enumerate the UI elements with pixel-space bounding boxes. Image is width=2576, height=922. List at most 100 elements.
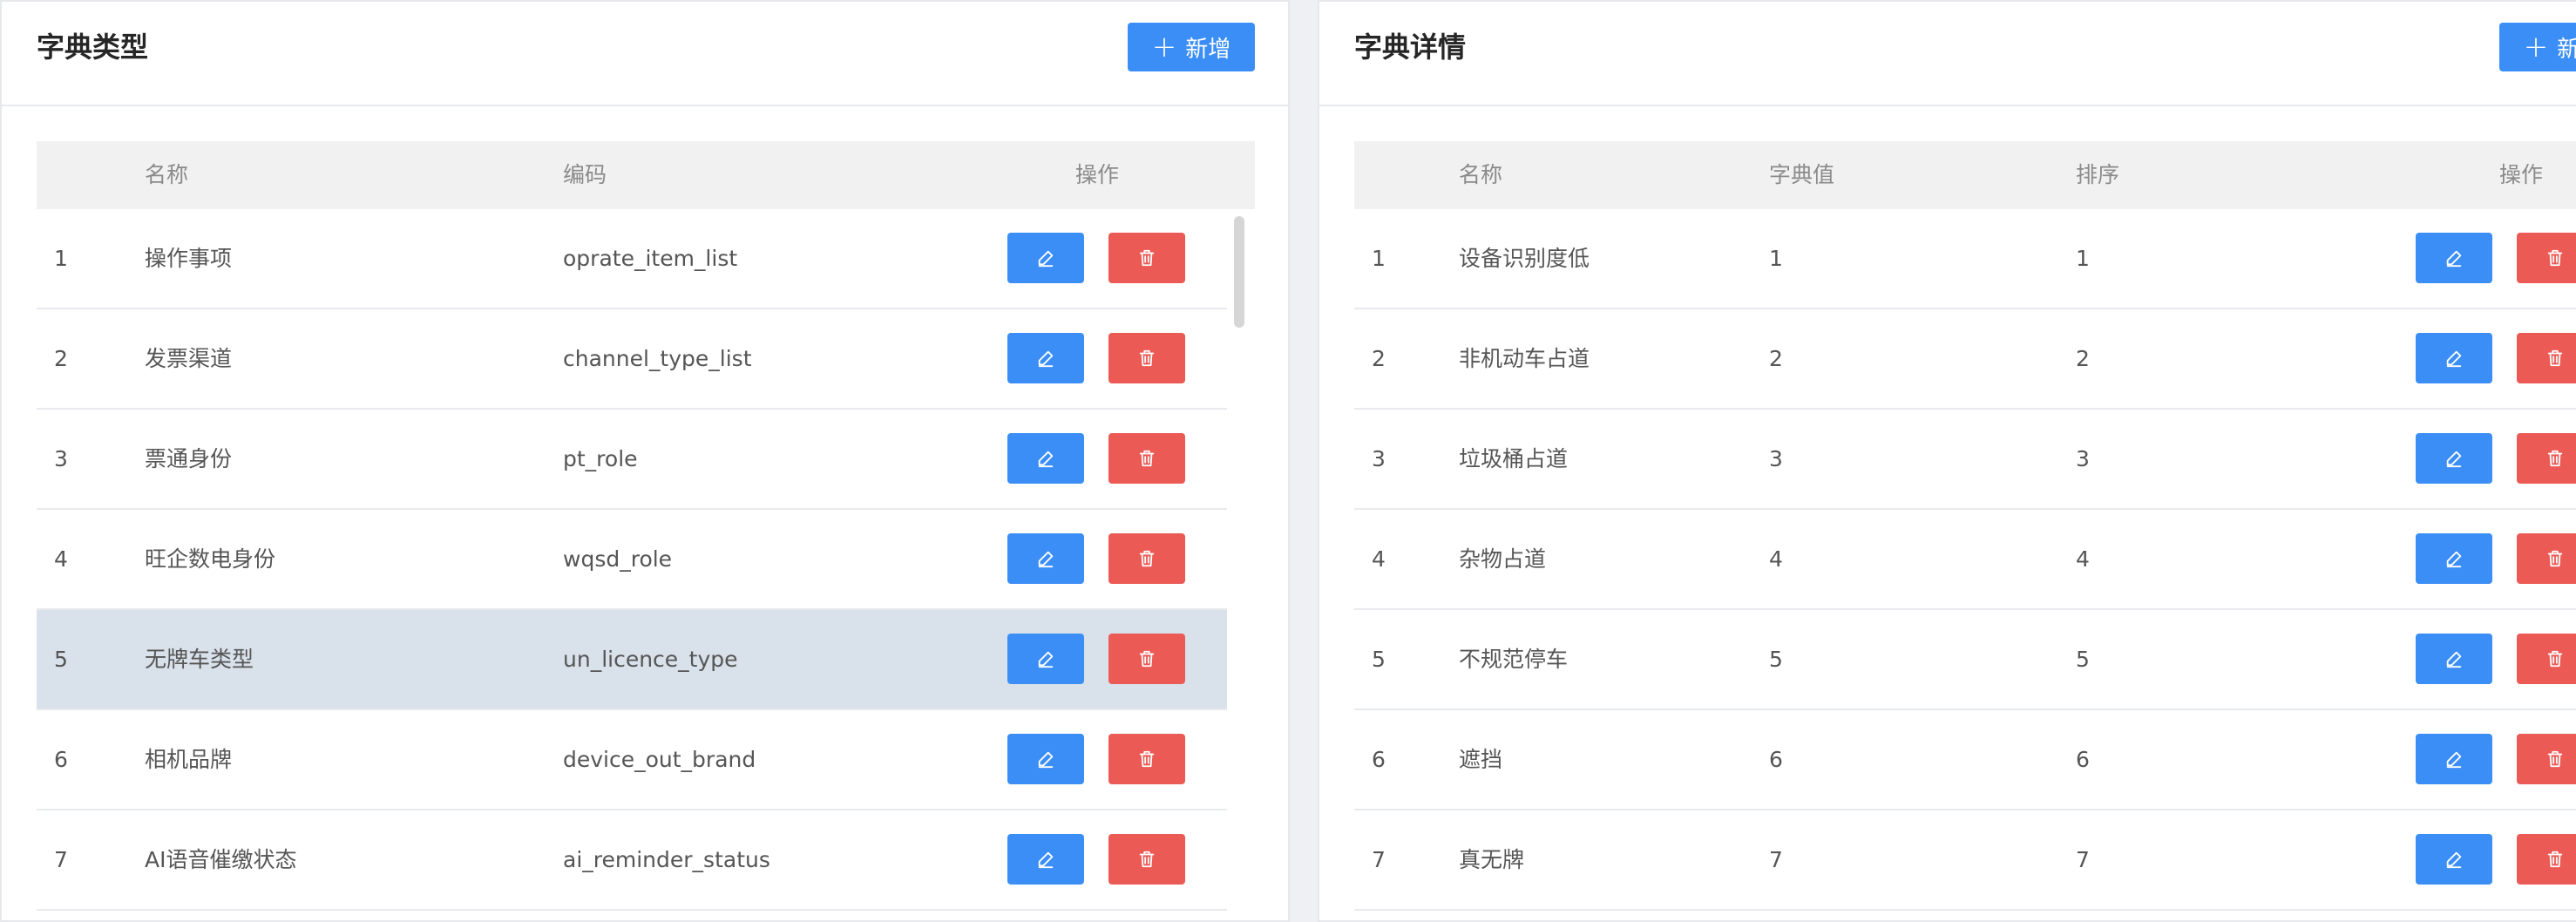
trash-icon bbox=[2545, 449, 2565, 468]
edit-button[interactable] bbox=[1007, 734, 1084, 784]
panel-header: 字典详情 + 新增 bbox=[1319, 2, 2576, 106]
pencil-icon bbox=[1036, 349, 1055, 368]
edit-button[interactable] bbox=[1007, 634, 1084, 684]
add-dict-detail-button[interactable]: + 新增 bbox=[2499, 23, 2576, 71]
table-row[interactable]: 7 真无牌 7 7 bbox=[1354, 810, 2576, 911]
row-index: 3 bbox=[1372, 446, 1386, 471]
edit-button[interactable] bbox=[1007, 533, 1084, 584]
table-scrollbar[interactable] bbox=[1234, 216, 1244, 328]
column-header-actions: 操作 bbox=[1075, 162, 1120, 187]
edit-button[interactable] bbox=[1007, 333, 1084, 383]
pencil-icon bbox=[1036, 850, 1055, 869]
delete-button[interactable] bbox=[1108, 734, 1185, 784]
page-title: 字典详情 bbox=[1354, 31, 1467, 64]
dict-type-table-body: 1 操作事项 oprate_item_list 2 发票渠道 channel_type_l… bbox=[37, 209, 1227, 911]
delete-button[interactable] bbox=[2517, 533, 2576, 584]
row-name: 操作事项 bbox=[145, 246, 233, 271]
dict-detail-table-body: 1 设备识别度低 1 1 2 非机动车占道 2 2 3 垃圾桶占道 3 3 4 杂物占道 4 4 5 不规范停车 5… bbox=[1354, 209, 2576, 911]
row-index: 5 bbox=[54, 647, 68, 672]
delete-button[interactable] bbox=[2517, 634, 2576, 684]
table-row[interactable]: 6 相机品牌 device_out_brand bbox=[37, 710, 1227, 810]
row-index: 1 bbox=[1372, 246, 1386, 271]
table-row[interactable]: 2 发票渠道 channel_type_list bbox=[37, 309, 1227, 410]
row-name: 垃圾桶占道 bbox=[1459, 446, 1569, 471]
row-name: 不规范停车 bbox=[1459, 647, 1569, 672]
row-index: 5 bbox=[1372, 647, 1386, 672]
trash-icon bbox=[2545, 649, 2565, 668]
trash-icon bbox=[1137, 850, 1156, 869]
table-row[interactable]: 3 垃圾桶占道 3 3 bbox=[1354, 410, 2576, 510]
row-value: 7 bbox=[1769, 847, 1783, 872]
table-row[interactable]: 4 旺企数电身份 wqsd_role bbox=[37, 510, 1227, 610]
row-value: 6 bbox=[1769, 747, 1783, 772]
edit-button[interactable] bbox=[2416, 834, 2492, 885]
edit-button[interactable] bbox=[1007, 233, 1084, 283]
pencil-icon bbox=[2444, 850, 2464, 869]
row-name: 相机品牌 bbox=[145, 747, 233, 772]
edit-button[interactable] bbox=[2416, 634, 2492, 684]
row-index: 1 bbox=[54, 246, 68, 271]
row-value: 3 bbox=[1769, 446, 1783, 471]
row-name: 发票渠道 bbox=[145, 346, 233, 371]
delete-button[interactable] bbox=[1108, 333, 1185, 383]
table-row[interactable]: 6 遮挡 6 6 bbox=[1354, 710, 2576, 810]
pencil-icon bbox=[2444, 449, 2464, 468]
delete-button[interactable] bbox=[1108, 233, 1185, 283]
edit-button[interactable] bbox=[2416, 433, 2492, 484]
edit-button[interactable] bbox=[2416, 333, 2492, 383]
trash-icon bbox=[1137, 349, 1156, 368]
table-row[interactable]: 5 无牌车类型 un_licence_type bbox=[37, 610, 1227, 710]
table-row[interactable]: 4 杂物占道 4 4 bbox=[1354, 510, 2576, 610]
trash-icon bbox=[2545, 549, 2565, 568]
plus-icon: + bbox=[2523, 30, 2549, 64]
column-header-code: 编码 bbox=[563, 162, 607, 187]
pencil-icon bbox=[2444, 749, 2464, 769]
row-index: 7 bbox=[1372, 847, 1386, 872]
row-index: 2 bbox=[1372, 346, 1386, 371]
row-sort: 2 bbox=[2076, 346, 2090, 371]
edit-button[interactable] bbox=[2416, 233, 2492, 283]
column-header-value: 字典值 bbox=[1769, 162, 1835, 187]
add-dict-type-button[interactable]: + 新增 bbox=[1128, 23, 1255, 71]
row-sort: 7 bbox=[2076, 847, 2090, 872]
table-row[interactable]: 5 不规范停车 5 5 bbox=[1354, 610, 2576, 710]
delete-button[interactable] bbox=[1108, 533, 1185, 584]
row-name: 非机动车占道 bbox=[1459, 346, 1590, 371]
pencil-icon bbox=[1036, 649, 1055, 668]
row-code: ai_reminder_status bbox=[563, 847, 770, 872]
delete-button[interactable] bbox=[1108, 634, 1185, 684]
delete-button[interactable] bbox=[2517, 333, 2576, 383]
delete-button[interactable] bbox=[1108, 433, 1185, 484]
table-row[interactable]: 2 非机动车占道 2 2 bbox=[1354, 309, 2576, 410]
trash-icon bbox=[1137, 649, 1156, 668]
delete-button[interactable] bbox=[2517, 734, 2576, 784]
trash-icon bbox=[2545, 349, 2565, 368]
row-value: 2 bbox=[1769, 346, 1783, 371]
page-title: 字典类型 bbox=[37, 31, 149, 64]
row-name: 设备识别度低 bbox=[1459, 246, 1590, 271]
edit-button[interactable] bbox=[2416, 533, 2492, 584]
row-name: 旺企数电身份 bbox=[145, 546, 276, 572]
table-row[interactable]: 1 操作事项 oprate_item_list bbox=[37, 209, 1227, 309]
delete-button[interactable] bbox=[2517, 433, 2576, 484]
edit-button[interactable] bbox=[1007, 834, 1084, 885]
row-index: 4 bbox=[1372, 546, 1386, 572]
row-sort: 4 bbox=[2076, 546, 2090, 572]
table-row[interactable]: 1 设备识别度低 1 1 bbox=[1354, 209, 2576, 309]
delete-button[interactable] bbox=[2517, 834, 2576, 885]
row-code: pt_role bbox=[563, 446, 638, 471]
edit-button[interactable] bbox=[1007, 433, 1084, 484]
delete-button[interactable] bbox=[2517, 233, 2576, 283]
row-index: 2 bbox=[54, 346, 68, 371]
dict-type-panel: 字典类型 + 新增 名称 编码 操作 1 操作事项 oprate_item_list… bbox=[0, 0, 1290, 922]
edit-button[interactable] bbox=[2416, 734, 2492, 784]
row-sort: 6 bbox=[2076, 747, 2090, 772]
dict-detail-panel: 字典详情 + 新增 名称 字典值 排序 操作 1设备识别度低112非机动车占道2… bbox=[1318, 0, 2576, 922]
row-index: 6 bbox=[54, 747, 68, 772]
trash-icon bbox=[2545, 850, 2565, 869]
table-row[interactable]: 3 票通身份 pt_role bbox=[37, 410, 1227, 510]
table-row[interactable]: 7 AI语音催缴状态 ai_reminder_status bbox=[37, 810, 1227, 911]
pencil-icon bbox=[2444, 349, 2464, 368]
row-code: un_licence_type bbox=[563, 647, 738, 672]
delete-button[interactable] bbox=[1108, 834, 1185, 885]
